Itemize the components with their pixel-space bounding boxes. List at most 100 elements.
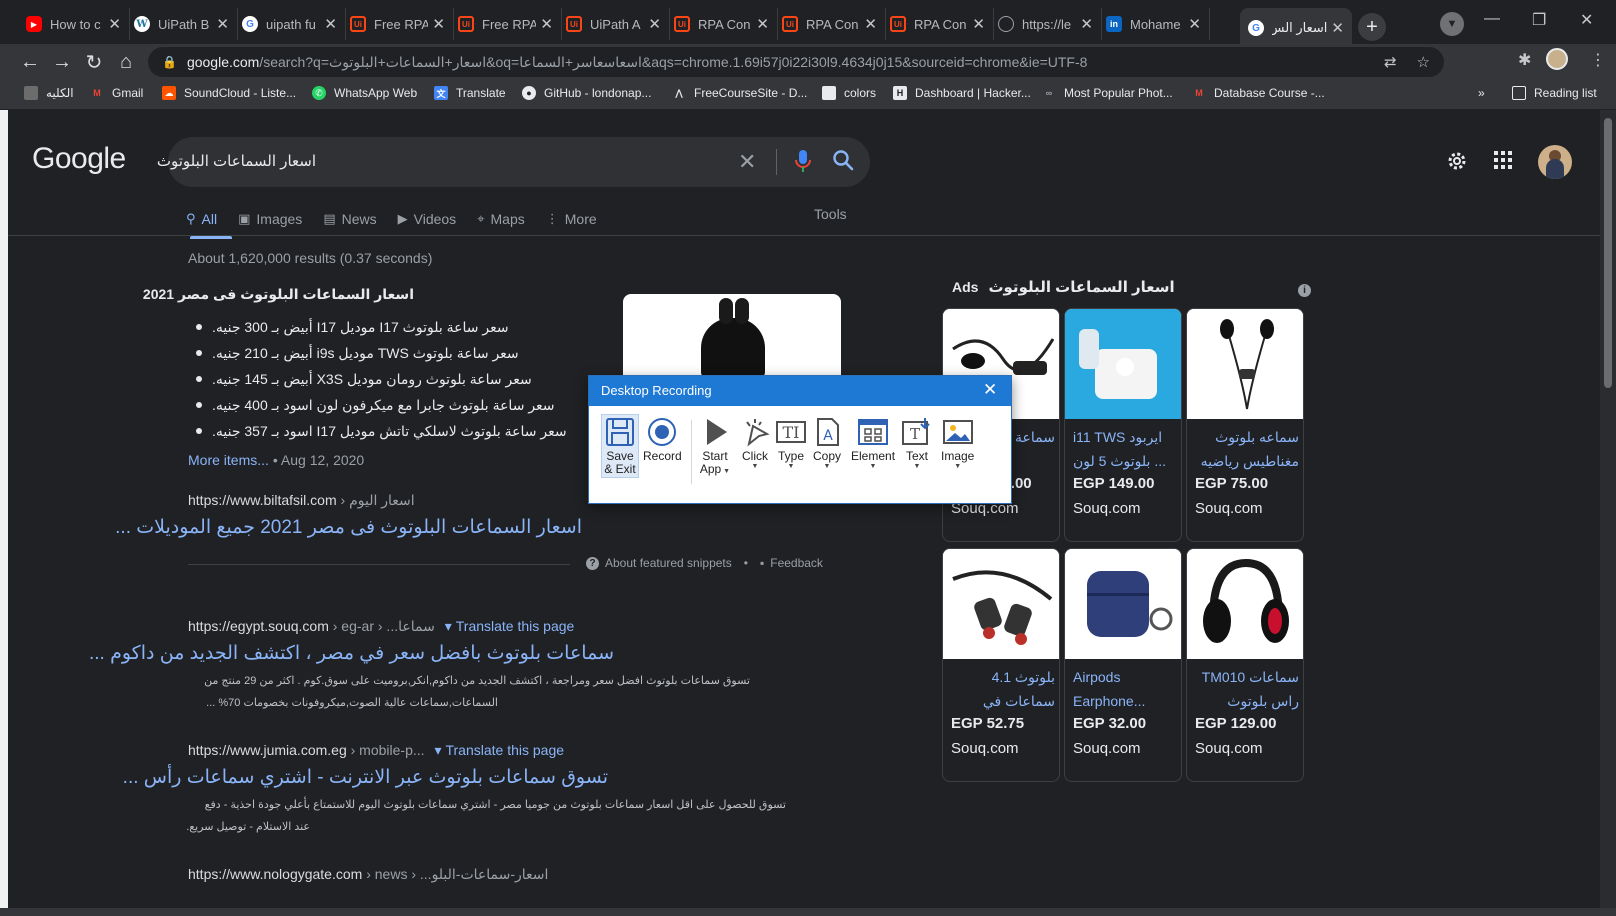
tab-maps[interactable]: ⌖ Maps: [477, 204, 525, 234]
chevron-down-icon[interactable]: ▾: [445, 618, 452, 634]
element-button[interactable]: Element ▼: [851, 416, 895, 471]
ad-product-title[interactable]: بلوتوث 4.1 سماعات في الهواء ...: [951, 665, 1055, 713]
about-featured-snippets-link[interactable]: About featured snippets: [605, 556, 732, 570]
close-icon[interactable]: ✕: [983, 380, 997, 400]
close-tab-icon[interactable]: ✕: [324, 15, 337, 33]
record-button[interactable]: Record: [643, 416, 682, 463]
tab-1[interactable]: ▶ How to c ✕: [18, 8, 130, 40]
click-button[interactable]: Click ▼: [739, 416, 771, 471]
ad-product-card[interactable]: بلوتوث 4.1 سماعات في الهواء ... EGP 52.7…: [942, 548, 1060, 782]
microphone-icon[interactable]: [793, 149, 813, 175]
browser-menu-icon[interactable]: ⋮: [1590, 50, 1606, 70]
close-tab-icon[interactable]: ✕: [756, 15, 769, 33]
tab-12-active[interactable]: G اسعار الس ✕: [1240, 8, 1352, 48]
info-icon[interactable]: i: [1298, 284, 1311, 297]
tab-3[interactable]: Guipath fu ✕: [234, 8, 346, 40]
apps-grid-icon[interactable]: [1493, 150, 1513, 170]
search-input[interactable]: اسعار السماعات البلوتوث: [157, 152, 316, 170]
close-tab-icon[interactable]: ✕: [1080, 15, 1093, 33]
tab-11[interactable]: in Mohame ✕: [1098, 8, 1210, 40]
bookmark-colors[interactable]: colors: [822, 86, 876, 100]
reading-list-button[interactable]: Reading list: [1512, 86, 1597, 100]
ad-product-card[interactable]: سماعات TM010 راس بلوتوث EGP 129.00 Souq.…: [1186, 548, 1304, 782]
google-logo[interactable]: Google: [32, 142, 126, 176]
ad-product-title[interactable]: i11 TWS ايربود بلوتوث 5 لون ...: [1073, 425, 1177, 473]
scrollbar-thumb[interactable]: [1604, 118, 1612, 388]
page-scrollbar[interactable]: [1600, 110, 1616, 908]
feedback-link[interactable]: Feedback: [770, 556, 823, 570]
tab-news[interactable]: ▤ News: [323, 204, 376, 234]
ad-product-card[interactable]: Airpods Earphone... EGP 32.00 Souq.com: [1064, 548, 1182, 782]
extensions-icon[interactable]: ✱: [1518, 50, 1531, 70]
close-tab-icon[interactable]: ✕: [972, 15, 985, 33]
address-bar[interactable]: 🔒 google.com/search?q=اسعار+السماعات+الب…: [148, 47, 1444, 77]
save-exit-button[interactable]: Save & Exit: [601, 414, 639, 478]
reload-icon[interactable]: ↻: [82, 50, 106, 74]
bookmark-college[interactable]: الكليه: [24, 86, 74, 100]
tab-10[interactable]: https://le ✕: [990, 8, 1102, 40]
close-window-icon[interactable]: ✕: [1580, 10, 1593, 30]
close-tab-icon[interactable]: ✕: [108, 15, 121, 33]
featured-result-link[interactable]: اسعار السماعات البلوتوث فى مصر 2021 جميع…: [115, 516, 582, 539]
close-tab-icon[interactable]: ✕: [432, 15, 445, 33]
tab-2[interactable]: W UiPath B ✕: [126, 8, 238, 40]
bookmark-hackerrank[interactable]: H Dashboard | Hacker...: [893, 86, 1031, 100]
settings-gear-icon[interactable]: [1446, 150, 1468, 172]
search-box[interactable]: اسعار السماعات البلوتوث ✕: [157, 137, 870, 187]
bookmark-freecoursesite[interactable]: ⋀ FreeCourseSite - D...: [672, 86, 807, 100]
profile-avatar-icon[interactable]: [1546, 48, 1568, 70]
tab-9[interactable]: Ui RPA Con ✕: [882, 8, 994, 40]
tab-videos[interactable]: ▶ Videos: [398, 204, 457, 234]
translate-page-link[interactable]: Translate this page: [456, 618, 575, 634]
close-tab-icon[interactable]: ✕: [216, 15, 229, 33]
ad-product-card[interactable]: سماعه بلوتوث مغناطيس رياضيه ... EGP 75.0…: [1186, 308, 1304, 542]
search-icon[interactable]: [832, 149, 854, 171]
forward-icon[interactable]: →: [50, 50, 74, 74]
bookmark-gmail[interactable]: M Gmail: [90, 86, 143, 100]
chevron-down-icon[interactable]: ▾: [434, 742, 441, 758]
new-tab-button[interactable]: +: [1358, 13, 1386, 41]
ad-product-card[interactable]: i11 TWS ايربود بلوتوث 5 لون ... EGP 149.…: [1064, 308, 1182, 542]
translate-page-icon[interactable]: ⇄: [1384, 53, 1397, 71]
featured-thumbnail-image[interactable]: [623, 294, 841, 378]
ad-product-title[interactable]: سماعات TM010 راس بلوتوث: [1195, 665, 1299, 713]
image-button[interactable]: Image ▼: [941, 416, 974, 471]
more-items-link[interactable]: More items...: [188, 452, 269, 468]
tab-6[interactable]: Ui UiPath A ✕: [558, 8, 670, 40]
back-icon[interactable]: ←: [18, 50, 42, 74]
result-title-link[interactable]: تسوق سماعات بلوتوث عبر الانترنت - اشتري …: [123, 766, 608, 789]
ad-product-title[interactable]: سماعه بلوتوث مغناطيس رياضيه ...: [1195, 425, 1299, 473]
tab-search-icon[interactable]: ▼: [1440, 12, 1464, 36]
bookmark-star-icon[interactable]: ☆: [1417, 53, 1430, 71]
restore-icon[interactable]: ❐: [1532, 10, 1546, 30]
bookmark-soundcloud[interactable]: ☁ SoundCloud - Liste...: [162, 86, 296, 100]
tab-5[interactable]: Ui Free RPA ✕: [450, 8, 562, 40]
tab-more[interactable]: ⋮ More: [546, 204, 597, 234]
type-button[interactable]: TI Type ▼: [775, 416, 807, 471]
close-tab-icon[interactable]: ✕: [1188, 15, 1201, 33]
result-title-link[interactable]: سماعات بلوتوث بافضل سعر في مصر ، اكتشف ا…: [89, 642, 614, 665]
clear-search-icon[interactable]: ✕: [738, 149, 756, 175]
start-app-button[interactable]: Start App ▼: [699, 416, 731, 476]
minimize-icon[interactable]: —: [1484, 10, 1500, 28]
ad-product-title[interactable]: Airpods Earphone...: [1073, 665, 1177, 713]
bookmark-translate[interactable]: 文 Translate: [434, 86, 506, 100]
tab-8[interactable]: Ui RPA Con ✕: [774, 8, 886, 40]
close-tab-icon[interactable]: ✕: [864, 15, 877, 33]
tools-button[interactable]: Tools: [814, 206, 847, 222]
close-tab-icon[interactable]: ✕: [648, 15, 661, 33]
home-icon[interactable]: ⌂: [114, 50, 138, 74]
bookmark-whatsapp[interactable]: ✆ WhatsApp Web: [312, 86, 417, 100]
bookmark-most-popular[interactable]: ∞ Most Popular Phot...: [1042, 86, 1173, 100]
bookmark-github[interactable]: ● GitHub - londonap...: [522, 86, 651, 100]
translate-page-link[interactable]: Translate this page: [445, 742, 564, 758]
copy-button[interactable]: A Copy ▼: [811, 416, 843, 471]
close-tab-icon[interactable]: ✕: [540, 15, 553, 33]
more-bookmarks-icon[interactable]: »: [1478, 86, 1485, 100]
close-tab-icon[interactable]: ✕: [1331, 19, 1344, 37]
tab-4[interactable]: Ui Free RPA ✕: [342, 8, 454, 40]
tab-images[interactable]: ▣ Images: [238, 204, 302, 234]
account-avatar[interactable]: [1538, 145, 1572, 179]
tab-7[interactable]: Ui RPA Con ✕: [666, 8, 778, 40]
text-button[interactable]: T Text ▼: [901, 416, 933, 471]
